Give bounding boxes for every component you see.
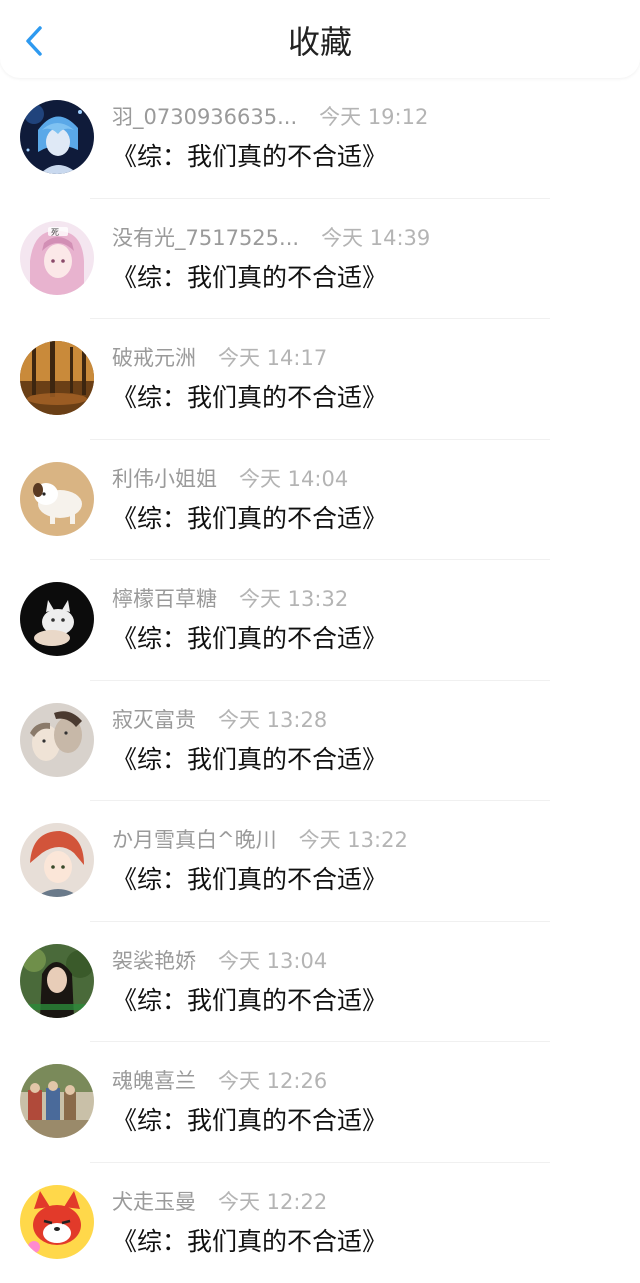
white-puppy-avatar-icon xyxy=(20,462,94,536)
list-item[interactable]: 檸檬百草糖今天 13:32 《综：我们真的不合适》 xyxy=(0,560,640,681)
timestamp: 今天 14:04 xyxy=(239,467,348,491)
book-title: 《综：我们真的不合适》 xyxy=(112,622,387,656)
timestamp: 今天 13:32 xyxy=(239,587,348,611)
timestamp: 今天 13:28 xyxy=(218,708,327,732)
timestamp: 今天 13:22 xyxy=(299,828,408,852)
book-title: 《综：我们真的不合适》 xyxy=(112,984,387,1018)
book-title: 《综：我们真的不合适》 xyxy=(112,502,387,536)
list-item[interactable]: 利伟小姐姐今天 14:04 《综：我们真的不合适》 xyxy=(0,440,640,561)
page-title: 收藏 xyxy=(0,20,640,64)
book-title: 《综：我们真的不合适》 xyxy=(112,743,387,777)
book-title: 《综：我们真的不合适》 xyxy=(112,1225,387,1259)
favorites-list: 羽_0730936635... 今天 19:12 《综：我们真的不合适》 死 没有… xyxy=(0,78,640,1283)
username: 破戒元洲 xyxy=(112,346,196,370)
timestamp: 今天 19:12 xyxy=(319,105,428,129)
group-photo-avatar-icon xyxy=(20,1064,94,1138)
username: 袈裟艳娇 xyxy=(112,949,196,973)
timestamp: 今天 12:26 xyxy=(218,1069,327,1093)
top-bar: 收藏 xyxy=(0,0,640,78)
timestamp: 今天 12:22 xyxy=(218,1190,327,1214)
book-title: 《综：我们真的不合适》 xyxy=(112,381,387,415)
book-title: 《综：我们真的不合适》 xyxy=(112,140,387,174)
anime-pink-girl-avatar-icon: 死 xyxy=(20,221,94,295)
list-item[interactable]: 袈裟艳娇今天 13:04 《综：我们真的不合适》 xyxy=(0,922,640,1043)
timestamp: 今天 14:39 xyxy=(321,226,430,250)
avatar[interactable] xyxy=(20,462,94,536)
username: 魂魄喜兰 xyxy=(112,1069,196,1093)
username: か月雪真白^晚川 xyxy=(112,828,277,852)
username: 没有光_7517525... xyxy=(112,226,299,250)
avatar[interactable] xyxy=(20,1064,94,1138)
timestamp: 今天 14:17 xyxy=(218,346,327,370)
avatar[interactable] xyxy=(20,703,94,777)
svg-text:死: 死 xyxy=(51,228,59,237)
list-item[interactable]: 破戒元洲今天 14:17 《综：我们真的不合适》 xyxy=(0,319,640,440)
list-item[interactable]: 羽_0730936635... 今天 19:12 《综：我们真的不合适》 xyxy=(0,78,640,199)
avatar[interactable] xyxy=(20,582,94,656)
autumn-forest-avatar-icon xyxy=(20,341,94,415)
avatar[interactable] xyxy=(20,100,94,174)
avatar[interactable] xyxy=(20,341,94,415)
couple-photo-avatar-icon xyxy=(20,703,94,777)
list-item[interactable]: 犬走玉曼今天 12:22 《综：我们真的不合适》 xyxy=(0,1163,640,1283)
timestamp: 今天 13:04 xyxy=(218,949,327,973)
username: 羽_0730936635... xyxy=(112,105,297,129)
girl-green-background-avatar-icon xyxy=(20,944,94,1018)
username: 寂灭富贵 xyxy=(112,708,196,732)
book-title: 《综：我们真的不合适》 xyxy=(112,863,387,897)
username: 利伟小姐姐 xyxy=(112,467,217,491)
avatar[interactable] xyxy=(20,944,94,1018)
anime-blue-hair-avatar-icon xyxy=(20,100,94,174)
avatar[interactable]: 死 xyxy=(20,221,94,295)
avatar[interactable] xyxy=(20,823,94,897)
username: 檸檬百草糖 xyxy=(112,587,217,611)
list-item[interactable]: 魂魄喜兰今天 12:26 《综：我们真的不合适》 xyxy=(0,1042,640,1163)
avatar[interactable] xyxy=(20,1185,94,1259)
anime-red-hair-avatar-icon xyxy=(20,823,94,897)
username: 犬走玉曼 xyxy=(112,1190,196,1214)
list-item[interactable]: 寂灭富贵今天 13:28 《综：我们真的不合适》 xyxy=(0,681,640,802)
white-kitten-avatar-icon xyxy=(20,582,94,656)
cartoon-red-fox-avatar-icon xyxy=(20,1185,94,1259)
list-item[interactable]: 死 没有光_7517525... 今天 14:39 《综：我们真的不合适》 xyxy=(0,199,640,320)
book-title: 《综：我们真的不合适》 xyxy=(112,261,387,295)
book-title: 《综：我们真的不合适》 xyxy=(112,1104,387,1138)
list-item[interactable]: か月雪真白^晚川今天 13:22 《综：我们真的不合适》 xyxy=(0,801,640,922)
